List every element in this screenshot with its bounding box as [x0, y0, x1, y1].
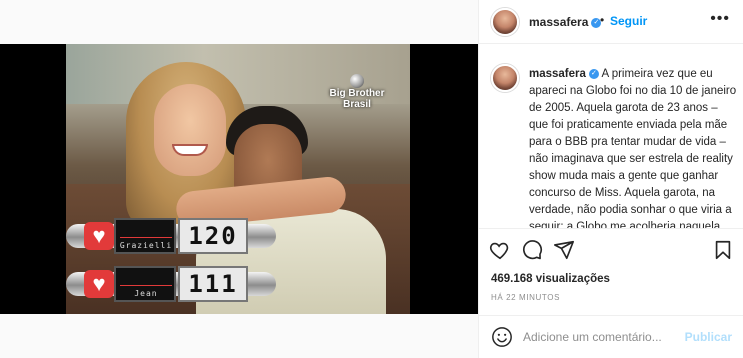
meter-name: Grazielli: [119, 241, 173, 250]
heart-icon: ♥: [84, 270, 114, 298]
action-bar: [479, 228, 743, 272]
heartbeat-icon: [120, 272, 172, 286]
save-bookmark-icon[interactable]: [712, 239, 734, 261]
media-area: Big Brother Brasil ♥ Grazielli 120 ♥ Jea…: [0, 0, 478, 358]
verified-badge-icon: ✓: [588, 68, 599, 79]
comment-icon[interactable]: [521, 239, 543, 261]
logo-ball-icon: [350, 74, 364, 88]
vote-meter: ♥ Grazielli 120: [66, 216, 276, 256]
avatar[interactable]: [491, 64, 519, 92]
share-icon[interactable]: [553, 239, 575, 261]
caption-text: A primeira vez que eu apareci na Globo f…: [529, 68, 737, 228]
like-heart-icon[interactable]: [489, 239, 511, 261]
more-options-icon[interactable]: •••: [710, 10, 730, 28]
post-header: massafera ✓ • Seguir •••: [479, 0, 743, 44]
comment-input[interactable]: [523, 328, 673, 346]
show-logo: Big Brother Brasil: [322, 74, 392, 110]
comment-box: Publicar: [479, 315, 743, 358]
caption-username[interactable]: massafera: [529, 68, 586, 80]
post-sidebar: massafera ✓ • Seguir ••• massafera ✓ A pri…: [478, 0, 743, 358]
video-player[interactable]: Big Brother Brasil ♥ Grazielli 120 ♥ Jea…: [0, 44, 478, 314]
avatar[interactable]: [491, 8, 519, 36]
vote-meter: ♥ Jean 111: [66, 264, 276, 304]
meter-name: Jean: [134, 289, 158, 298]
heart-icon: ♥: [84, 222, 114, 250]
caption: massafera ✓ A primeira vez que eu apareci…: [479, 56, 743, 228]
separator: •: [600, 13, 605, 27]
meter-value: 111: [178, 266, 248, 302]
post-timestamp[interactable]: HÁ 22 MINUTOS: [491, 293, 560, 302]
publish-button[interactable]: Publicar: [685, 330, 732, 344]
meter-value: 120: [178, 218, 248, 254]
emoji-icon[interactable]: [491, 326, 513, 348]
view-count[interactable]: 469.168 visualizações: [491, 273, 610, 285]
follow-button[interactable]: Seguir: [610, 14, 647, 28]
heartbeat-icon: [120, 224, 172, 238]
instagram-post: Big Brother Brasil ♥ Grazielli 120 ♥ Jea…: [0, 0, 743, 358]
username-link[interactable]: massafera ✓: [529, 15, 602, 29]
